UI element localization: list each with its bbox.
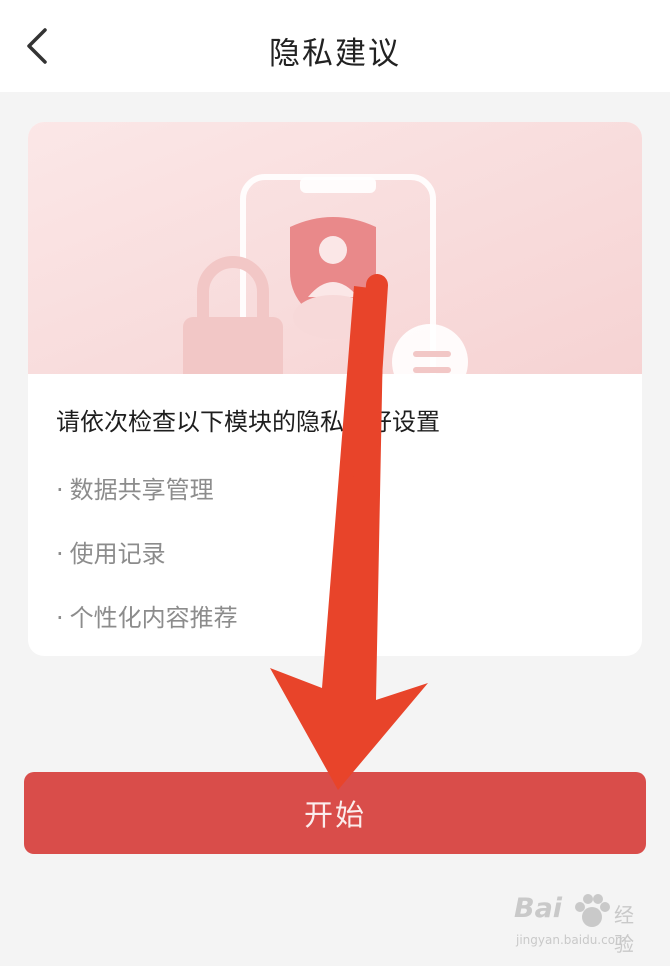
item-label: 使用记录 [69,540,166,568]
watermark-brand: Bai [514,893,563,924]
list-item-usage-records: · 使用记录 [56,534,166,569]
bullet: · [56,540,64,568]
list-item-data-sharing: · 数据共享管理 [56,470,214,505]
start-button[interactable]: 开始 [24,772,646,854]
watermark-brand-cn: 经验 [614,903,634,956]
top-bar: 隐私建议 [0,0,670,92]
item-label: 数据共享管理 [69,476,214,504]
page-title: 隐私建议 [269,36,401,72]
baidu-watermark: Bai 经验 jingyan.baidu.com [514,893,644,956]
privacy-illustration [28,122,642,374]
card-heading: 请依次检查以下模块的隐私偏好设置 [56,408,440,436]
bullet: · [56,476,64,504]
bullet: · [56,604,64,632]
watermark-url: jingyan.baidu.com [516,933,627,947]
item-label: 个性化内容推荐 [69,604,238,632]
list-item-personalized-content: · 个性化内容推荐 [56,598,238,633]
privacy-suggestion-card: 请依次检查以下模块的隐私偏好设置 · 数据共享管理 · 使用记录 · 个性化内容推荐 [28,122,642,656]
paw-logo-icon [575,894,610,927]
